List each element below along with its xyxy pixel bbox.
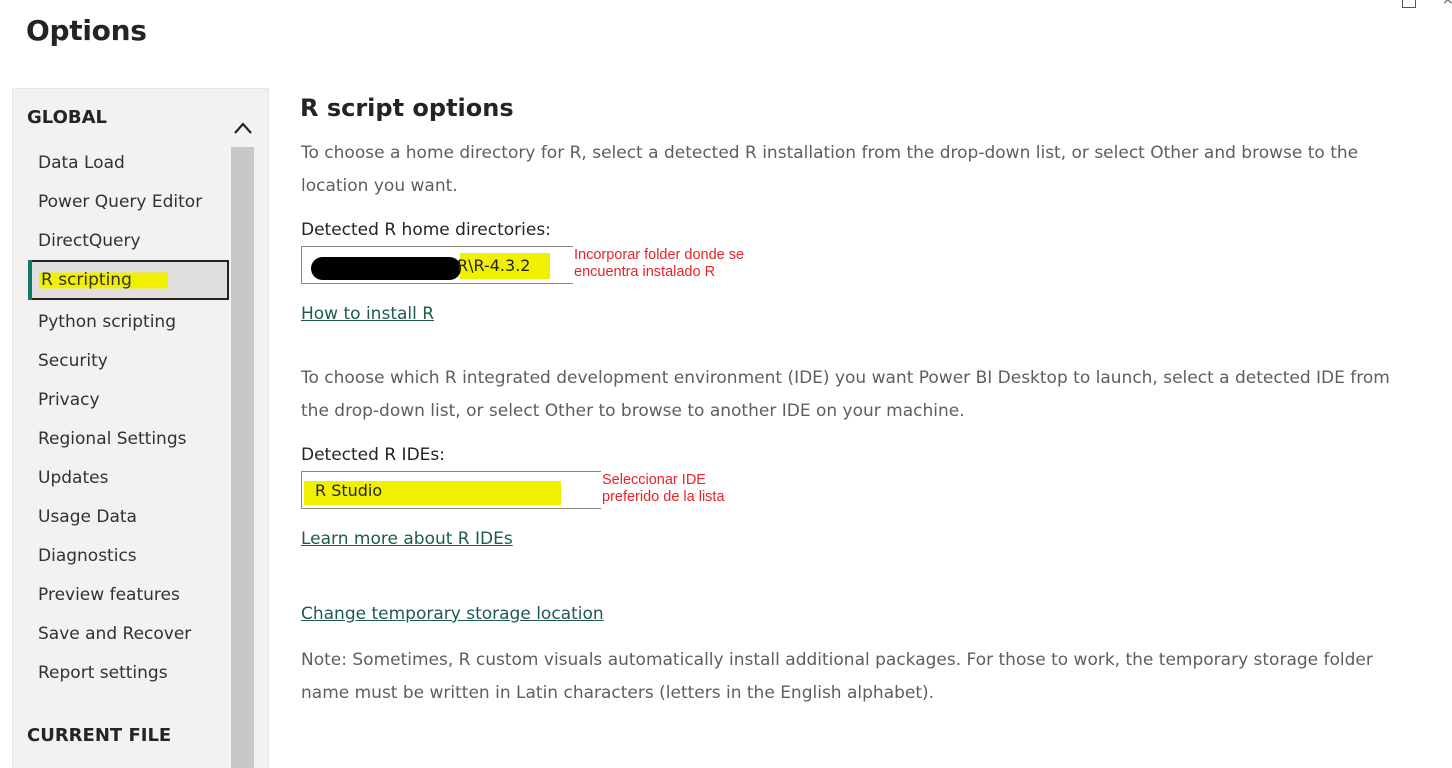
options-sidebar: GLOBAL Data Load Power Query Editor Dire…: [12, 88, 269, 768]
sidebar-item-power-query-editor[interactable]: Power Query Editor: [28, 182, 229, 222]
close-button[interactable]: ×: [1442, 0, 1452, 8]
sidebar-item-label: Regional Settings: [38, 429, 187, 449]
sidebar-item-preview-features[interactable]: Preview features: [28, 575, 229, 615]
chevron-up-icon: [233, 119, 252, 138]
sidebar-item-label: Usage Data: [38, 507, 137, 527]
storage-note: Note: Sometimes, R custom visuals automa…: [301, 650, 1373, 703]
r-home-directory-select[interactable]: R\R-4.3.2: [301, 246, 573, 284]
sidebar-item-directquery[interactable]: DirectQuery: [28, 221, 229, 261]
redaction-mask: [311, 257, 461, 280]
sidebar-item-label: DirectQuery: [38, 231, 141, 251]
global-section-header: GLOBAL: [27, 107, 108, 128]
dialog-title: Options: [26, 14, 147, 47]
sidebar-item-regional-settings[interactable]: Regional Settings: [28, 419, 229, 459]
change-temp-storage-link[interactable]: Change temporary storage location: [301, 604, 604, 624]
sidebar-item-python-scripting[interactable]: Python scripting: [28, 302, 229, 342]
sidebar-item-report-settings[interactable]: Report settings: [28, 653, 229, 693]
page-title: R script options: [300, 94, 514, 122]
scroll-up-button[interactable]: [231, 115, 254, 141]
sidebar-item-label: Save and Recover: [38, 624, 192, 644]
ide-description: To choose which R integrated development…: [301, 368, 1390, 421]
sidebar-item-label: Python scripting: [38, 312, 176, 332]
sidebar-item-privacy[interactable]: Privacy: [28, 380, 229, 420]
sidebar-item-data-load[interactable]: Data Load: [28, 143, 229, 183]
home-directory-label: Detected R home directories:: [301, 220, 551, 240]
sidebar-item-label: Security: [38, 351, 108, 371]
sidebar-item-save-and-recover[interactable]: Save and Recover: [28, 614, 229, 654]
sidebar-item-label: Preview features: [38, 585, 180, 605]
sidebar-item-label: Updates: [38, 468, 109, 488]
sidebar-item-security[interactable]: Security: [28, 341, 229, 381]
home-directory-annotation: Incorporar folder donde se encuentra ins…: [574, 247, 745, 280]
sidebar-item-r-scripting[interactable]: R scripting: [28, 260, 229, 300]
r-home-directory-value: R\R-4.3.2: [457, 256, 531, 275]
current-file-section-header: CURRENT FILE: [27, 725, 172, 746]
ide-annotation: Seleccionar IDE preferido de la lista: [602, 472, 725, 505]
sidebar-item-usage-data[interactable]: Usage Data: [28, 497, 229, 537]
sidebar-item-label: Report settings: [38, 663, 168, 683]
sidebar-item-label: Diagnostics: [38, 546, 137, 566]
home-directory-description: To choose a home directory for R, select…: [301, 143, 1359, 196]
sidebar-scrollbar[interactable]: [231, 147, 254, 768]
learn-more-r-ides-link[interactable]: Learn more about R IDEs: [301, 529, 513, 549]
sidebar-item-updates[interactable]: Updates: [28, 458, 229, 498]
r-ide-select[interactable]: R Studio: [301, 471, 601, 509]
ide-label: Detected R IDEs:: [301, 445, 445, 465]
sidebar-item-label: Data Load: [38, 153, 125, 173]
sidebar-item-diagnostics[interactable]: Diagnostics: [28, 536, 229, 576]
sidebar-item-label: Privacy: [38, 390, 100, 410]
how-to-install-r-link[interactable]: How to install R: [301, 304, 434, 324]
maximize-button[interactable]: [1402, 0, 1416, 8]
sidebar-item-label: Power Query Editor: [38, 192, 203, 212]
sidebar-item-label: R scripting: [39, 270, 168, 290]
r-ide-value: R Studio: [315, 481, 383, 500]
